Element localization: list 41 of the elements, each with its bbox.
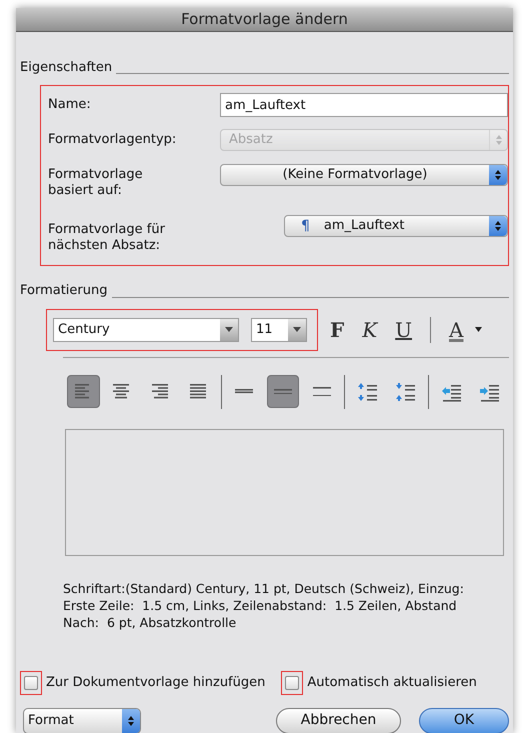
format-menu[interactable]: Format bbox=[23, 708, 141, 733]
ok-button[interactable]: OK bbox=[419, 708, 509, 733]
one-half-icon bbox=[274, 388, 292, 394]
style-description: Schriftart:(Standard) Century, 11 pt, Deutsch (Schweiz), Einzug: bbox=[63, 580, 465, 596]
field-label: Formatvorlage bbox=[48, 167, 144, 183]
italic-button[interactable]: K bbox=[362, 314, 378, 344]
field-label: basiert auf: bbox=[48, 183, 123, 199]
double-icon bbox=[312, 386, 331, 396]
space-down-icon bbox=[395, 382, 416, 402]
stepper-icon bbox=[489, 216, 507, 236]
space-up-icon bbox=[356, 382, 378, 402]
checkbox[interactable] bbox=[285, 676, 300, 690]
font-field[interactable]: Century bbox=[53, 318, 239, 342]
checkbox-label: Automatisch aktualisieren bbox=[307, 674, 477, 692]
bold-button[interactable]: F bbox=[330, 314, 344, 344]
dropdown-arrow-icon bbox=[293, 327, 301, 332]
stepper-icon bbox=[122, 708, 140, 732]
based-on-select[interactable]: (Keine Formatvorlage) bbox=[220, 164, 508, 186]
color-button[interactable]: A bbox=[449, 314, 464, 344]
size-field[interactable]: 11 bbox=[251, 318, 307, 342]
field-label: Name: bbox=[48, 96, 92, 114]
style-description: Nach: 6 pt, Absatzkontrolle bbox=[63, 614, 238, 630]
next-style-select[interactable]: ¶ am_Lauftext bbox=[284, 215, 508, 237]
field-label: Formatvorlage für bbox=[48, 222, 166, 238]
section-heading: Formatierung bbox=[20, 282, 108, 300]
underline-button[interactable]: U bbox=[395, 314, 412, 344]
style-description: Erste Zeile: 1.5 cm, Links, Zeilenabstand: 1.5 Zeilen, Abstand bbox=[63, 596, 458, 614]
single-icon bbox=[235, 389, 254, 394]
field-label: nächsten Absatz: bbox=[48, 238, 162, 254]
dropdown-arrow-icon bbox=[225, 327, 233, 332]
field-label: Formatvorlagentyp: bbox=[48, 131, 178, 150]
stepper-icon bbox=[489, 165, 507, 185]
window-title: Formatvorlage ändern bbox=[181, 9, 348, 30]
name-field[interactable]: am_Lauftext bbox=[220, 93, 508, 117]
cancel-button[interactable]: Abbrechen bbox=[276, 708, 401, 733]
align-right-icon bbox=[150, 382, 171, 402]
checkbox[interactable] bbox=[24, 676, 38, 690]
checkbox-label: Zur Dokumentvorlage hinzufügen bbox=[46, 674, 266, 692]
section-heading: Eigenschaften bbox=[20, 58, 112, 76]
one-half-button[interactable] bbox=[266, 375, 300, 408]
dropdown-arrow-icon bbox=[475, 327, 482, 332]
